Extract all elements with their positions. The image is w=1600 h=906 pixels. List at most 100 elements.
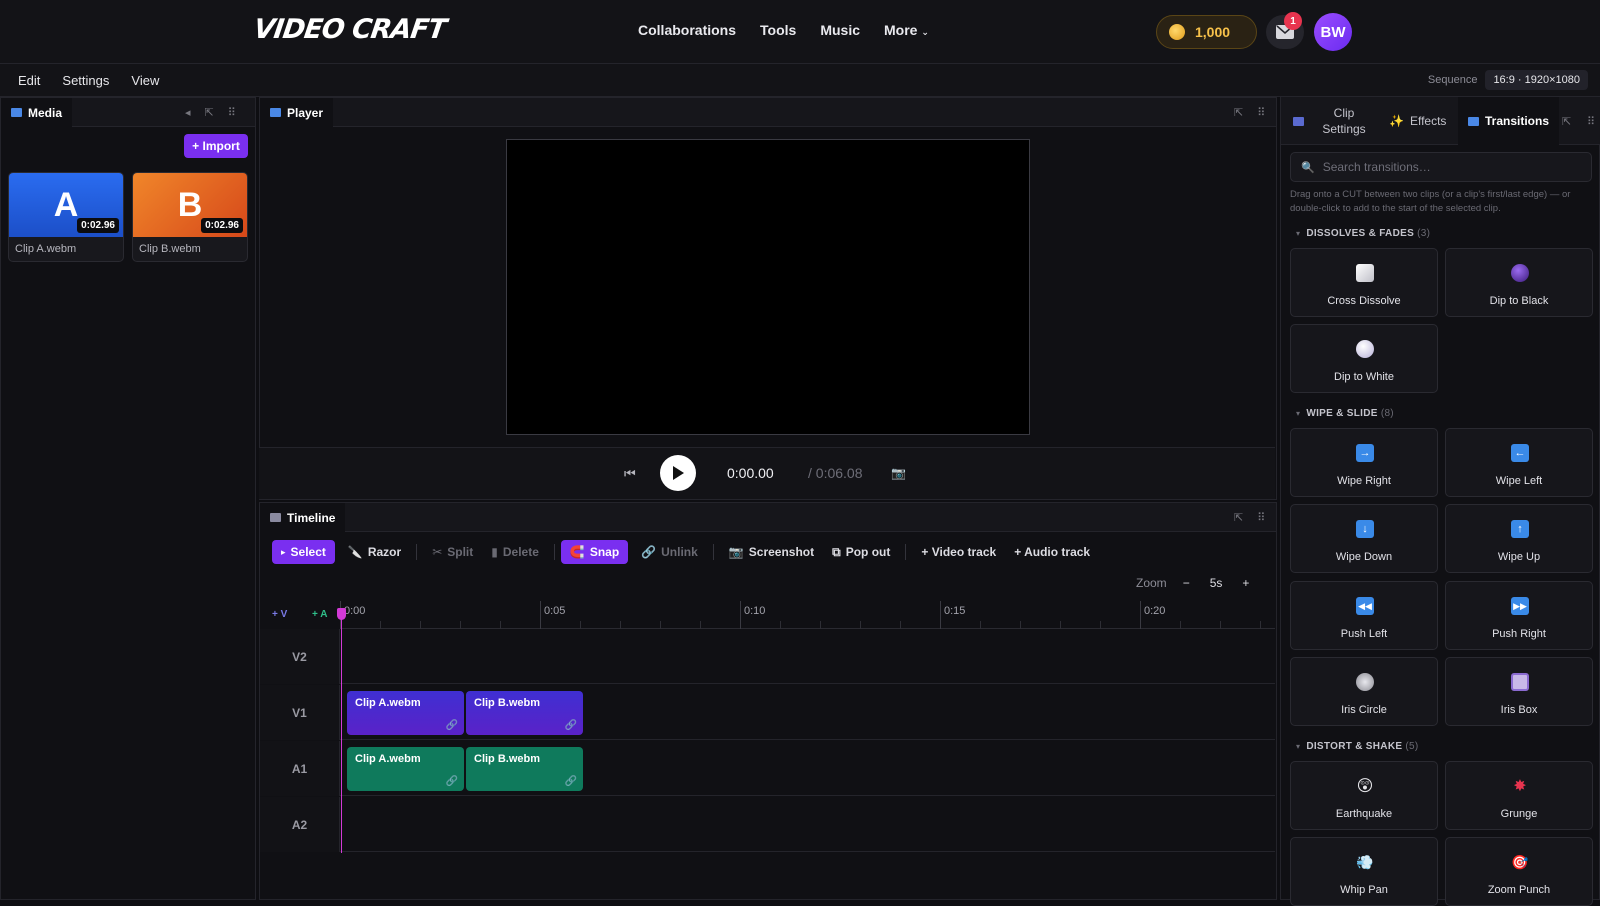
add-video-track-mini[interactable]: + V: [272, 609, 287, 620]
sparkle-icon: ✨: [1389, 114, 1404, 128]
timeline-icon: [270, 513, 281, 522]
select-tool-button[interactable]: ▸ Select: [272, 540, 335, 564]
unlink-button[interactable]: 🔗 Unlink: [632, 540, 707, 564]
tab-effects[interactable]: ✨ Effects: [1389, 97, 1446, 145]
timeline-clip[interactable]: Clip A.webm 🔗: [347, 747, 464, 791]
tab-timeline[interactable]: Timeline: [260, 503, 346, 532]
menu-settings[interactable]: Settings: [62, 73, 109, 88]
screenshot-button[interactable]: 📷 Screenshot: [720, 540, 823, 564]
section-title: WIPE & SLIDE: [1306, 408, 1378, 419]
player-header-icons: ⇱ ⠿: [1234, 106, 1265, 119]
playhead[interactable]: [341, 609, 342, 853]
nav-link-more-label: More: [884, 22, 918, 38]
zoom-in-button[interactable]: +: [1242, 576, 1249, 590]
timeline-header-icons: ⇱ ⠿: [1234, 511, 1265, 524]
pop-out-icon[interactable]: ⇱: [1234, 511, 1243, 524]
pop-out-icon[interactable]: ⇱: [1234, 106, 1243, 119]
tab-effects-label: Effects: [1409, 114, 1447, 128]
media-item-clip-a[interactable]: A 0:02.96 Clip A.webm: [8, 172, 124, 262]
transition-push-right[interactable]: ▶▶ Push Right: [1445, 581, 1593, 650]
transition-label: Dip to White: [1334, 371, 1394, 383]
transition-wipe-right[interactable]: → Wipe Right: [1290, 428, 1438, 497]
dip-to-white-icon: [1355, 339, 1375, 359]
menu-view[interactable]: View: [131, 73, 159, 88]
timeline-clip[interactable]: Clip B.webm 🔗: [466, 747, 583, 791]
tab-media[interactable]: Media: [1, 98, 73, 127]
drag-handle-icon[interactable]: ⠿: [228, 106, 236, 119]
menu-edit[interactable]: Edit: [18, 73, 40, 88]
add-video-track-button[interactable]: + Video track: [912, 540, 1005, 564]
transition-dip-to-white[interactable]: Dip to White: [1290, 324, 1438, 393]
snap-toggle[interactable]: 🧲 Snap: [560, 540, 629, 564]
settings-icon: [1293, 116, 1304, 126]
tab-player[interactable]: Player: [260, 98, 334, 127]
transition-wipe-left[interactable]: ← Wipe Left: [1445, 428, 1593, 497]
ruler-minor-tick: [460, 621, 461, 629]
sequence-value[interactable]: 16:9 · 1920×1080: [1485, 70, 1588, 90]
nav-link-collaborations[interactable]: Collaborations: [638, 22, 736, 38]
zoom-value: 5s: [1209, 576, 1223, 590]
transition-iris-circle[interactable]: Iris Circle: [1290, 657, 1438, 726]
drag-handle-icon[interactable]: ⠿: [1257, 511, 1265, 524]
transition-earthquake[interactable]: 😲 Earthquake: [1290, 761, 1438, 830]
add-audio-track-mini[interactable]: + A: [312, 609, 327, 620]
section-title: DISSOLVES & FADES: [1306, 228, 1415, 239]
transition-dip-to-black[interactable]: Dip to Black: [1445, 248, 1593, 317]
timeline-clip[interactable]: Clip A.webm 🔗: [347, 691, 464, 735]
pop-out-icon[interactable]: ⇱: [205, 106, 214, 119]
toolbar-divider: [416, 544, 418, 560]
media-duration: 0:02.96: [201, 218, 243, 233]
add-audio-track-button[interactable]: + Audio track: [1005, 540, 1099, 564]
total-time: / 0:06.08: [808, 465, 863, 481]
transition-cross-dissolve[interactable]: Cross Dissolve: [1290, 248, 1438, 317]
play-button[interactable]: [660, 455, 696, 491]
delete-button[interactable]: ▮ Delete: [482, 540, 548, 564]
trash-icon: ▮: [491, 545, 498, 559]
media-item-clip-b[interactable]: B 0:02.96 Clip B.webm: [132, 172, 248, 262]
transition-wipe-up[interactable]: ↑ Wipe Up: [1445, 504, 1593, 573]
transition-search[interactable]: 🔍: [1290, 152, 1592, 182]
zoom-out-button[interactable]: −: [1183, 576, 1190, 590]
section-distort-shake[interactable]: ▾ DISTORT & SHAKE (5): [1296, 741, 1419, 752]
drag-handle-icon[interactable]: ⠿: [1257, 106, 1265, 119]
ruler-label: 0:05: [544, 605, 566, 617]
whip-pan-icon: 💨: [1356, 853, 1374, 870]
import-button[interactable]: + Import: [184, 134, 248, 158]
collapse-icon[interactable]: ◂: [185, 106, 191, 119]
transition-iris-box[interactable]: Iris Box: [1445, 657, 1593, 726]
razor-tool-button[interactable]: 🔪 Razor: [339, 540, 410, 564]
time-ruler[interactable]: 0:00 0:05 0:10 0:15 0:20: [340, 601, 1275, 629]
coin-balance[interactable]: 1,000: [1156, 15, 1257, 49]
nav-link-more[interactable]: More ⌄: [884, 22, 929, 38]
nav-link-music[interactable]: Music: [820, 22, 860, 38]
timeline-clip[interactable]: Clip B.webm 🔗: [466, 691, 583, 735]
right-panel-tabs: Clip Settings ✨ Effects Transitions ⇱ ⠿: [1281, 97, 1600, 145]
transition-label: Earthquake: [1335, 808, 1393, 820]
transition-grunge[interactable]: ✸ Grunge: [1445, 761, 1593, 830]
app-logo[interactable]: VIDEO CRAFT: [252, 14, 448, 45]
search-icon: 🔍: [1301, 161, 1315, 174]
playhead-handle[interactable]: [337, 608, 346, 620]
section-dissolves-fades[interactable]: ▾ DISSOLVES & FADES (3): [1296, 228, 1430, 239]
ruler-minor-tick: [1180, 621, 1181, 629]
user-avatar[interactable]: BW: [1314, 13, 1352, 51]
camera-icon[interactable]: 📷: [891, 466, 906, 480]
search-input[interactable]: [1322, 160, 1583, 174]
nav-link-tools[interactable]: Tools: [760, 22, 796, 38]
transition-whip-pan[interactable]: 💨 Whip Pan: [1290, 837, 1438, 906]
tab-clip-settings[interactable]: Clip Settings: [1293, 97, 1368, 145]
section-wipe-slide[interactable]: ▾ WIPE & SLIDE (8): [1296, 408, 1394, 419]
ruler-minor-tick: [500, 621, 501, 629]
transition-zoom-punch[interactable]: 🎯 Zoom Punch: [1445, 837, 1593, 906]
drag-handle-icon[interactable]: ⠿: [1587, 97, 1595, 145]
pop-out-icon[interactable]: ⇱: [1562, 97, 1571, 145]
skip-to-start-icon[interactable]: ⏮: [624, 466, 636, 482]
split-button[interactable]: ✂ Split: [423, 540, 482, 564]
pop-out-button[interactable]: ⧉ Pop out: [823, 540, 899, 564]
preview-canvas[interactable]: [506, 139, 1030, 435]
tab-transitions[interactable]: Transitions: [1458, 97, 1560, 145]
transition-push-left[interactable]: ◀◀ Push Left: [1290, 581, 1438, 650]
track-label: A1: [260, 741, 340, 796]
magnet-icon: 🧲: [569, 545, 585, 559]
transition-wipe-down[interactable]: ↓ Wipe Down: [1290, 504, 1438, 573]
